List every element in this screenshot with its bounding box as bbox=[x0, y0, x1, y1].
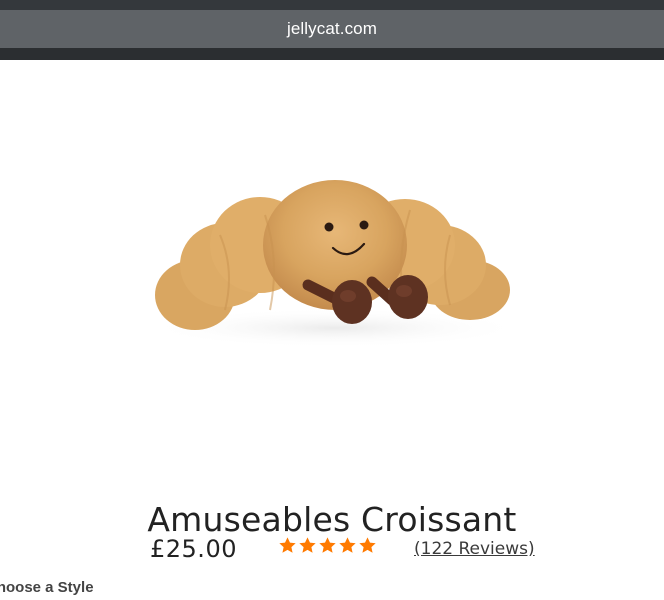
star-icon bbox=[299, 537, 316, 553]
product-title: Amuseables Croissant bbox=[147, 500, 517, 540]
rating-stars bbox=[278, 536, 377, 562]
star-icon bbox=[339, 537, 356, 553]
star-icon bbox=[359, 537, 376, 553]
star-icon bbox=[279, 537, 296, 553]
choose-style-label: Choose a Style bbox=[0, 579, 94, 596]
browser-toolbar-edge bbox=[0, 48, 664, 60]
product-price: £25.00 bbox=[150, 535, 237, 563]
browser-chrome: jellycat.com bbox=[0, 0, 664, 60]
browser-top-strip bbox=[0, 0, 664, 10]
url-bar[interactable]: jellycat.com bbox=[0, 10, 664, 48]
reviews-link[interactable]: (122 Reviews) bbox=[414, 539, 535, 559]
star-icon bbox=[319, 537, 336, 553]
product-image[interactable] bbox=[140, 160, 530, 360]
